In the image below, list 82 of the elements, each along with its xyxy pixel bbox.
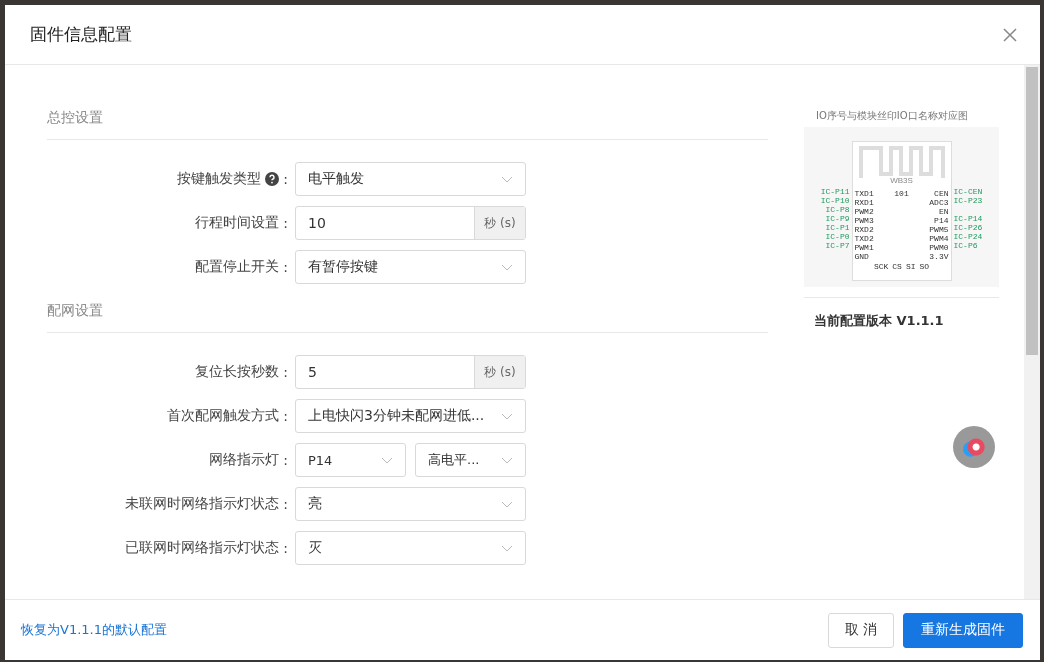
pin-mapping-label: IC-P26 (953, 223, 983, 232)
cancel-button[interactable]: 取 消 (827, 612, 894, 648)
pin-mapping-label: IC-P23 (953, 196, 983, 205)
help-icon[interactable] (265, 172, 280, 186)
pin-mapping-label: IC-P6 (953, 241, 979, 250)
pin-label: P14 (934, 216, 949, 225)
pin-label: TXD2 (854, 234, 874, 243)
pin-label: 3.3V (929, 252, 949, 261)
unit-addon: 秒 (s) (474, 207, 525, 239)
pin-label: PWM5 (929, 225, 949, 234)
field-label: 首次配网触发方式 (167, 407, 280, 425)
field-label: 按键触发类型 (177, 170, 262, 188)
pin-mapping-label: IC-P1 (825, 223, 850, 232)
select-field[interactable]: 电平触发 (295, 162, 526, 196)
pin-label: GND (854, 252, 870, 261)
unit-addon: 秒 (s) (474, 356, 525, 388)
input-field[interactable]: 10 秒 (s) (295, 206, 526, 240)
pin-label: TXD1 (854, 189, 874, 198)
regenerate-button[interactable]: 重新生成固件 (903, 612, 1023, 648)
label-colon: : (283, 259, 288, 275)
caret-icon (501, 412, 513, 420)
section-title: 配网设置 (47, 302, 768, 333)
pin-mapping-label: IC-P24 (953, 232, 983, 241)
pin-label: RXD1 (854, 198, 874, 207)
input-field[interactable]: 5 秒 (s) (295, 355, 526, 389)
select-field[interactable]: P14 (295, 443, 406, 477)
pin-mapping-label: IC-P14 (953, 214, 983, 223)
module-name: WB3S (890, 176, 913, 185)
pin-mapping-label: IC-P0 (825, 232, 850, 241)
caret-icon (381, 456, 393, 464)
field-label: 复位长按秒数 (195, 363, 280, 381)
dialog-title: 固件信息配置 (30, 23, 132, 46)
pin-label: CEN (934, 189, 949, 198)
select-field[interactable]: 亮 (295, 487, 526, 521)
select-field[interactable]: 灭 (295, 531, 526, 565)
pin-label: SI (905, 262, 916, 271)
diagram-caption: IO序号与模块丝印IO口名称对应图 (816, 109, 968, 123)
assistant-bubble-icon[interactable] (953, 426, 995, 468)
pin-label: EN (938, 207, 949, 216)
pin-mapping-label: IC-CEN (953, 187, 983, 196)
close-icon[interactable] (1003, 27, 1017, 42)
pin-label: PWM1 (854, 243, 874, 252)
caret-icon (501, 500, 513, 508)
pin-label: PWM0 (929, 243, 949, 252)
pin-label: PWM4 (929, 234, 949, 243)
restore-default-link[interactable]: 恢复为V1.1.1的默认配置 (21, 621, 167, 639)
pin-mapping-label: IC-P11 (820, 187, 850, 196)
field-label: 已联网时网络指示灯状态 (125, 539, 280, 557)
label-colon: : (283, 215, 288, 231)
field-label: 未联网时网络指示灯状态 (125, 495, 280, 513)
caret-icon (501, 544, 513, 552)
caret-icon (501, 263, 513, 271)
caret-icon (501, 456, 513, 464)
pin-label: PWM2 (854, 207, 874, 216)
pin-label: PWM3 (854, 216, 874, 225)
select-field[interactable]: 有暂停按键 (295, 250, 526, 284)
label-colon: : (283, 364, 288, 380)
field-label: 网络指示灯 (209, 451, 280, 469)
version-text: 当前配置版本 V1.1.1 (813, 312, 945, 330)
field-label: 行程时间设置 (195, 214, 280, 232)
label-colon: : (283, 540, 288, 556)
pin-mapping-label: IC-P10 (820, 196, 850, 205)
chip-number: 101 (894, 189, 909, 198)
caret-icon (501, 175, 513, 183)
label-colon: : (283, 452, 288, 468)
scroll-thumb[interactable] (1026, 67, 1038, 355)
pin-mapping-label: IC-P7 (825, 241, 850, 250)
label-colon: : (283, 496, 288, 512)
scrollbar[interactable] (1024, 65, 1040, 599)
select-field[interactable]: 上电快闪3分钟未配网进低... (295, 399, 526, 433)
section-title: 总控设置 (47, 109, 768, 140)
pin-label: RXD2 (854, 225, 874, 234)
select-field[interactable]: 高电平... (415, 443, 526, 477)
pin-label: CS (892, 262, 902, 271)
label-colon: : (283, 171, 288, 187)
pin-label: SO (919, 262, 930, 271)
pin-label: SCK (873, 262, 889, 271)
field-label: 配置停止开关 (195, 258, 280, 276)
pin-mapping-label: IC-P9 (825, 214, 850, 223)
pin-label: ADC3 (929, 198, 949, 207)
pin-mapping-label: IC-P8 (825, 205, 850, 214)
label-colon: : (283, 408, 288, 424)
